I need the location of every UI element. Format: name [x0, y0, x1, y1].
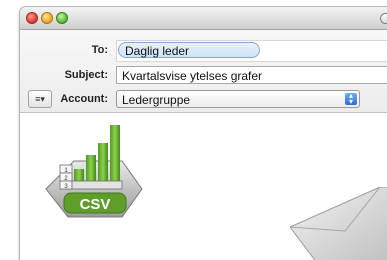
close-button[interactable]	[26, 12, 38, 24]
title-bar[interactable]	[20, 7, 387, 30]
subject-field[interactable]: Kvartalsvise ytelses grafer	[116, 66, 387, 84]
zoom-button[interactable]	[56, 12, 68, 24]
select-arrows-icon: ▴ ▾	[345, 92, 357, 106]
envelope-icon	[290, 187, 387, 260]
subject-label: Subject:	[64, 69, 108, 81]
recipient-token[interactable]: Daglig leder	[118, 42, 260, 58]
account-select-value: Ledergruppe	[122, 93, 191, 107]
account-select[interactable]: Ledergruppe ▴ ▾	[116, 90, 360, 108]
minimize-button[interactable]	[41, 12, 53, 24]
to-label: To:	[91, 44, 108, 56]
compose-window: To: Daglig leder Subject: Kvartalsvise y…	[19, 6, 387, 260]
csv-file-icon[interactable]: 1 2 3 CSV	[38, 117, 148, 225]
message-header: To: Daglig leder Subject: Kvartalsvise y…	[20, 30, 387, 113]
toolbar-toggle-button[interactable]	[380, 13, 387, 24]
csv-label: CSV	[80, 196, 111, 213]
account-label: Account:	[60, 93, 108, 105]
